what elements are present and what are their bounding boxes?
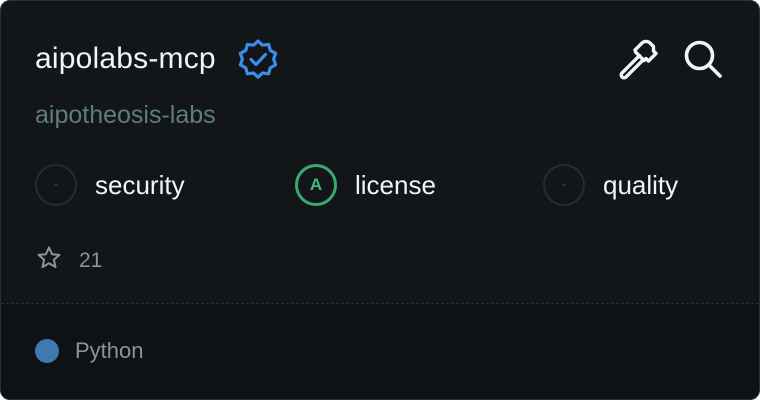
verified-badge-icon	[234, 35, 282, 83]
server-card[interactable]: aipolabs-mcp aipotheosis-labs - security…	[0, 0, 760, 400]
language-color-dot	[35, 339, 59, 363]
score-label: quality	[603, 170, 679, 200]
star-count: 21	[79, 248, 103, 272]
score-label: license	[355, 170, 436, 200]
score-license[interactable]: A license	[295, 164, 436, 206]
card-footer: Python	[1, 303, 759, 399]
card-body: aipolabs-mcp aipotheosis-labs - security…	[1, 1, 759, 305]
score-badge: -	[543, 164, 585, 206]
server-title[interactable]: aipolabs-mcp	[35, 37, 216, 81]
score-badge: -	[35, 164, 77, 206]
score-quality[interactable]: - quality	[543, 164, 678, 206]
card-actions	[615, 37, 725, 81]
title-row: aipolabs-mcp	[35, 35, 282, 83]
owner-link[interactable]: aipotheosis-labs	[35, 97, 216, 133]
language: Python	[35, 338, 144, 364]
score-security[interactable]: - security	[35, 164, 185, 206]
score-label: security	[95, 170, 185, 200]
language-label: Python	[75, 338, 144, 363]
stars[interactable]: 21	[35, 244, 102, 277]
score-row: - security A license - quality	[35, 164, 725, 212]
star-icon	[35, 244, 63, 277]
score-badge: A	[295, 164, 337, 206]
search-icon[interactable]	[681, 37, 725, 81]
hammer-icon[interactable]	[615, 37, 659, 81]
